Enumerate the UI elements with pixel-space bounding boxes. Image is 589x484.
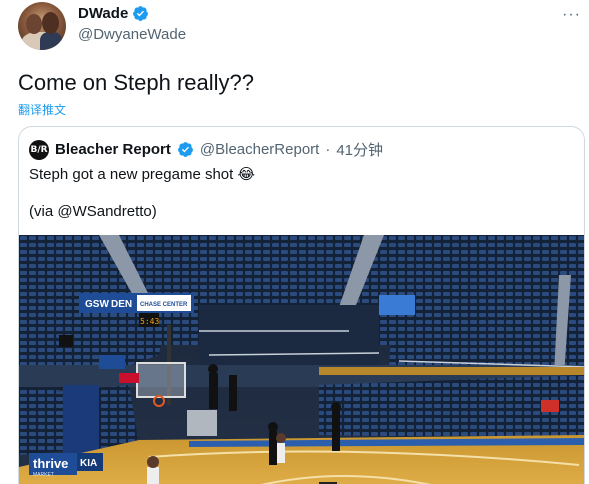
verified-badge-icon — [133, 6, 149, 21]
quoted-verified-badge-icon — [177, 142, 193, 157]
quoted-display-name[interactable]: Bleacher Report — [55, 141, 171, 158]
more-options-icon[interactable]: ··· — [562, 6, 581, 24]
arena-scene: GSW DEN CHASE CENTER 5:43 thrive MARKET … — [19, 235, 584, 484]
author-avatar[interactable] — [18, 2, 66, 50]
scoreboard-right: DEN — [111, 299, 132, 310]
author-name-row[interactable]: DWade — [78, 5, 149, 22]
sponsor-thrive: thrive — [33, 456, 68, 471]
author-display-name[interactable]: DWade — [78, 5, 128, 22]
quoted-header: B/R Bleacher Report @BleacherReport · 41… — [29, 139, 383, 160]
quoted-avatar[interactable]: B/R — [29, 139, 49, 160]
tweet: DWade @DwyaneWade ··· Come on Steph real… — [0, 0, 589, 484]
quoted-video[interactable]: GSW DEN CHASE CENTER 5:43 thrive MARKET … — [19, 235, 584, 484]
quoted-time[interactable]: 41分钟 — [336, 139, 383, 160]
tweet-text: Come on Steph really?? — [18, 70, 255, 95]
author-handle[interactable]: @DwyaneWade — [78, 26, 186, 43]
quoted-separator: · — [325, 141, 331, 158]
quoted-credit: (via @WSandretto) — [29, 203, 157, 220]
sponsor-thrive-sub: MARKET — [33, 472, 54, 478]
quoted-handle[interactable]: @BleacherReport — [200, 141, 319, 158]
sponsor-kia: KIA — [80, 458, 97, 469]
translate-tweet-link[interactable]: 翻译推文 — [18, 101, 66, 118]
shot-clock: 5:43 — [140, 317, 159, 326]
quoted-text: Steph got a new pregame shot 😂 — [29, 166, 255, 183]
chase-center-sign: CHASE CENTER — [140, 302, 188, 308]
scoreboard-left: GSW — [85, 299, 109, 310]
quoted-tweet-card[interactable]: B/R Bleacher Report @BleacherReport · 41… — [18, 126, 585, 484]
